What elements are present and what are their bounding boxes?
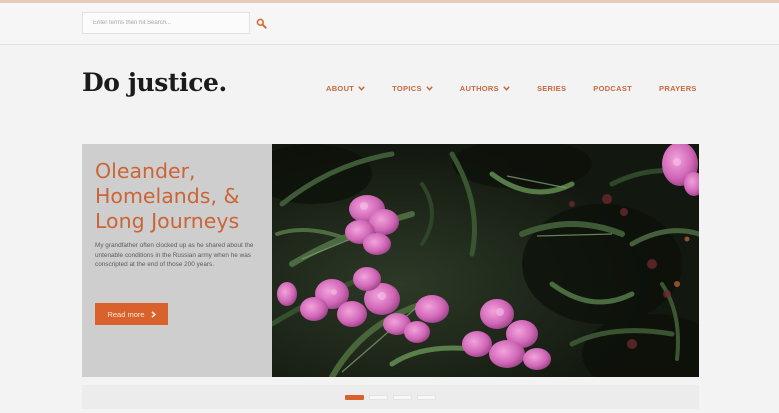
magnifier-icon xyxy=(256,18,267,29)
slider-pagination xyxy=(82,385,699,409)
nav-item-label: PODCAST xyxy=(593,84,633,93)
nav-item-label: SERIES xyxy=(536,84,567,93)
slider-dot-1[interactable] xyxy=(345,394,364,400)
nav-item-label: TOPICS xyxy=(392,84,422,93)
oleander-flowers-photo xyxy=(272,144,699,377)
nav-item-podcast[interactable]: PODCAST xyxy=(593,84,632,93)
read-more-label: Read more xyxy=(107,309,145,319)
chevron-down-icon xyxy=(358,86,365,91)
slider-dot-3[interactable] xyxy=(393,394,412,400)
slider-dot-2[interactable] xyxy=(369,394,388,400)
chevron-down-icon xyxy=(503,86,510,91)
slider-dot-4[interactable] xyxy=(417,394,436,400)
search-button[interactable] xyxy=(250,12,272,34)
nav-item-label: ABOUT xyxy=(326,84,355,93)
featured-article-excerpt: My grandfather often clocked up as he sh… xyxy=(95,242,254,269)
main-navigation: ABOUT TOPICS AUTHORS SERIES PODCAST PRAY… xyxy=(326,84,697,93)
top-search-bar xyxy=(0,3,779,45)
nav-item-prayers[interactable]: PRAYERS xyxy=(659,84,697,93)
nav-item-series[interactable]: SERIES xyxy=(537,84,566,93)
featured-article-slider: Oleander, Homelands, & Long Journeys My … xyxy=(82,144,699,377)
nav-item-label: PRAYERS xyxy=(659,84,697,93)
site-logo[interactable]: Do justice. xyxy=(82,68,227,97)
chevron-right-icon xyxy=(150,310,156,318)
featured-article-title[interactable]: Oleander, Homelands, & Long Journeys xyxy=(95,159,267,234)
title-line: Oleander, xyxy=(95,159,196,183)
nav-item-label: AUTHORS xyxy=(459,84,499,93)
title-line: Homelands, & xyxy=(95,184,240,208)
site-header: Do justice. ABOUT TOPICS AUTHORS SERIES … xyxy=(0,46,779,130)
title-line: Long Journeys xyxy=(95,209,240,233)
nav-item-authors[interactable]: AUTHORS xyxy=(460,84,510,93)
chevron-down-icon xyxy=(426,86,433,91)
read-more-button[interactable]: Read more xyxy=(95,303,168,325)
nav-item-about[interactable]: ABOUT xyxy=(326,84,365,93)
nav-item-topics[interactable]: TOPICS xyxy=(392,84,433,93)
search-form xyxy=(82,12,278,34)
featured-article-text-panel: Oleander, Homelands, & Long Journeys My … xyxy=(82,144,272,377)
search-input[interactable] xyxy=(82,12,250,34)
